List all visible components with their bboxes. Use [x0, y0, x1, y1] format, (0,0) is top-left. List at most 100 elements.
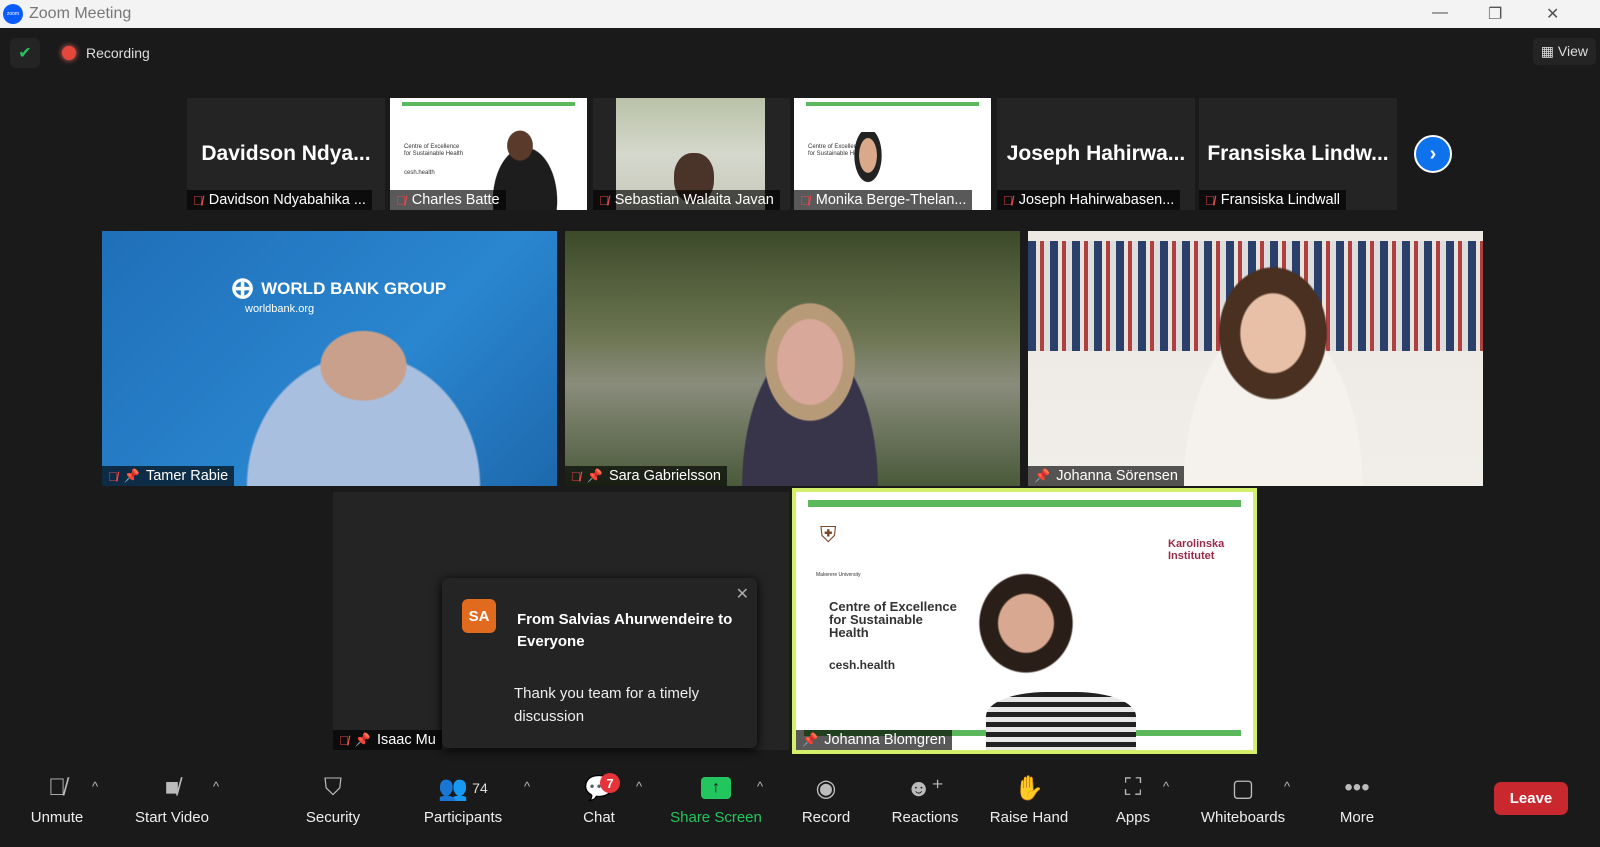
participant-name: Charles Batte — [411, 192, 500, 208]
start-video-button[interactable]: ■̸ Start Video — [128, 771, 216, 826]
chat-options-caret[interactable]: ^ — [636, 779, 642, 794]
slide-site: cesh.health — [829, 658, 896, 672]
raise-hand-label: Raise Hand — [989, 809, 1069, 826]
participant-name: Sebastian Walaita Javan — [614, 192, 774, 208]
unmute-label: Unmute — [30, 809, 84, 826]
pin-icon: 📌 — [354, 732, 371, 747]
security-button[interactable]: ⛉ Security — [298, 771, 368, 826]
participant-name: Johanna Sörensen — [1056, 468, 1178, 484]
raise-hand-button[interactable]: ✋ Raise Hand — [988, 771, 1070, 827]
share-arrow-icon: ↑ — [701, 777, 731, 799]
whiteboard-icon: ▢ — [1231, 774, 1255, 802]
globe-icon: ⊕ — [230, 272, 256, 305]
chat-notification[interactable]: SA From Salvias Ahurwendeire to Everyone… — [442, 578, 757, 748]
chat-button[interactable]: 💬 7 Chat — [572, 771, 626, 826]
meeting-toolbar: 🎙̸ Unmute ^ ■̸ Start Video ^ ⛉ Security 👥 74… — [0, 765, 1600, 847]
close-icon[interactable]: ✕ — [736, 584, 749, 604]
mic-muted-icon: 🎙̸ — [108, 468, 118, 484]
participant-video — [242, 319, 512, 486]
smiley-plus-icon: ☻⁺ — [906, 774, 944, 802]
restore-button[interactable]: ❐ — [1488, 4, 1502, 24]
record-button[interactable]: ◉ Record — [796, 771, 856, 827]
mic-muted-icon: 🎙̸ — [48, 774, 66, 801]
mic-muted-icon: 🎙̸ — [571, 468, 581, 484]
chat-unread-badge: 7 — [600, 773, 620, 793]
unmute-button[interactable]: 🎙̸ Unmute — [22, 771, 92, 826]
start-video-label: Start Video — [135, 809, 209, 826]
ki-logo-text: Karolinska Institutet — [1168, 538, 1225, 562]
more-button[interactable]: ••• More — [1330, 771, 1384, 826]
whiteboards-button[interactable]: ▢ Whiteboards — [1196, 771, 1290, 827]
chat-label: Chat — [583, 809, 615, 826]
grid-icon: ▦ — [1540, 43, 1555, 59]
leave-button[interactable]: Leave — [1494, 782, 1568, 815]
audio-options-caret[interactable]: ^ — [92, 779, 98, 794]
worldbank-logo-text: WORLD BANK GROUP — [261, 278, 447, 298]
reactions-button[interactable]: ☻⁺ Reactions — [888, 771, 962, 827]
participant-tile[interactable]: Centre of Excellence for Sustainable Hea… — [390, 98, 587, 210]
slide-site: cesh.health — [404, 170, 435, 176]
worldbank-site: worldbank.org — [245, 303, 315, 315]
participant-video — [1148, 251, 1398, 486]
share-options-caret[interactable]: ^ — [757, 779, 763, 794]
shield-icon: ⛉ — [324, 774, 342, 801]
mic-muted-icon: 🎙̸ — [800, 192, 810, 208]
hand-icon: ✋ — [1014, 774, 1044, 802]
participant-video — [906, 552, 1146, 750]
recording-dot-icon — [62, 46, 76, 60]
uni-crest-icon: ⛨ — [820, 522, 837, 547]
view-label: View — [1557, 43, 1588, 59]
slide-title: Centre of Excellence for Sustainable Hea… — [404, 144, 464, 157]
participant-tile[interactable]: Joseph Hahirwa... 🎙̸ Joseph Hahirwabasen.… — [997, 98, 1195, 210]
participant-name: Fransiska Lindwall — [1220, 192, 1341, 208]
participants-label: Participants — [423, 809, 503, 826]
record-icon: ◉ — [815, 774, 837, 802]
participant-name-large: Joseph Hahirwa... — [1006, 142, 1186, 165]
pin-icon: 📌 — [1034, 468, 1051, 483]
view-button[interactable]: ▦ View — [1532, 38, 1596, 65]
mic-muted-icon: 🎙̸ — [339, 732, 349, 748]
chat-sender: From Salvias Ahurwendeire to Everyone — [517, 611, 733, 650]
participant-tile[interactable]: 🎙̸ 📌 Sara Gabrielsson — [565, 231, 1020, 486]
video-options-caret[interactable]: ^ — [213, 779, 219, 794]
uni-name: Makerere University — [816, 572, 861, 578]
participant-tile[interactable]: 📌 Johanna Sörensen — [1028, 231, 1483, 486]
pin-icon: 📌 — [802, 732, 819, 747]
pin-icon: 📌 — [123, 468, 140, 483]
participants-options-caret[interactable]: ^ — [524, 779, 530, 794]
participant-count: 74 — [472, 780, 488, 796]
next-page-button[interactable]: › — [1414, 135, 1452, 173]
window-title: Zoom Meeting — [29, 5, 132, 22]
participants-icon: 👥 — [438, 774, 469, 802]
recording-status: Recording — [86, 45, 150, 61]
participant-name: Sara Gabrielsson — [608, 468, 721, 484]
apps-icon: ⛶ — [1124, 774, 1142, 801]
title-bar: zoom Zoom Meeting — ❐ ✕ — [0, 0, 1600, 28]
share-screen-label: Share Screen — [670, 809, 762, 826]
close-button[interactable]: ✕ — [1546, 4, 1559, 24]
participant-tile[interactable]: Davidson Ndya... 🎙̸ Davidson Ndyabahika .… — [187, 98, 385, 210]
video-off-icon: ■̸ — [164, 774, 180, 801]
active-speaker-tile[interactable]: ⛨ Makerere University Karolinska Institu… — [792, 488, 1257, 754]
participant-name: Johanna Blomgren — [824, 732, 946, 748]
mic-muted-icon: 🎙̸ — [599, 192, 609, 208]
whiteboards-label: Whiteboards — [1200, 809, 1286, 826]
participant-name: Tamer Rabie — [145, 468, 229, 484]
participant-video — [715, 286, 905, 486]
participant-tile[interactable]: Fransiska Lindw... 🎙̸ Fransiska Lindwall — [1199, 98, 1397, 210]
participant-tile[interactable]: ⊕ WORLD BANK GROUP worldbank.org 🎙̸ 📌 Tamer… — [102, 231, 557, 486]
chevron-right-icon: › — [1429, 142, 1437, 165]
participant-tile[interactable]: 🎙̸ Sebastian Walaita Javan — [593, 98, 790, 210]
whiteboards-options-caret[interactable]: ^ — [1284, 779, 1290, 794]
participants-button[interactable]: 👥 74 Participants — [418, 771, 508, 827]
mic-muted-icon: 🎙̸ — [193, 192, 203, 208]
apps-options-caret[interactable]: ^ — [1163, 779, 1169, 794]
share-screen-button[interactable]: ↑ Share Screen — [668, 771, 764, 826]
participant-name-large: Fransiska Lindw... — [1207, 142, 1389, 165]
security-shield-icon[interactable]: ✔ — [10, 38, 40, 68]
minimize-button[interactable]: — — [1432, 4, 1448, 22]
participant-tile[interactable]: Centre of Excellence for Sustainable Hea… — [794, 98, 991, 210]
participant-name: Monika Berge-Thelan... — [815, 192, 967, 208]
apps-button[interactable]: ⛶ Apps — [1110, 771, 1156, 826]
participant-name: Isaac Mu — [376, 732, 436, 748]
